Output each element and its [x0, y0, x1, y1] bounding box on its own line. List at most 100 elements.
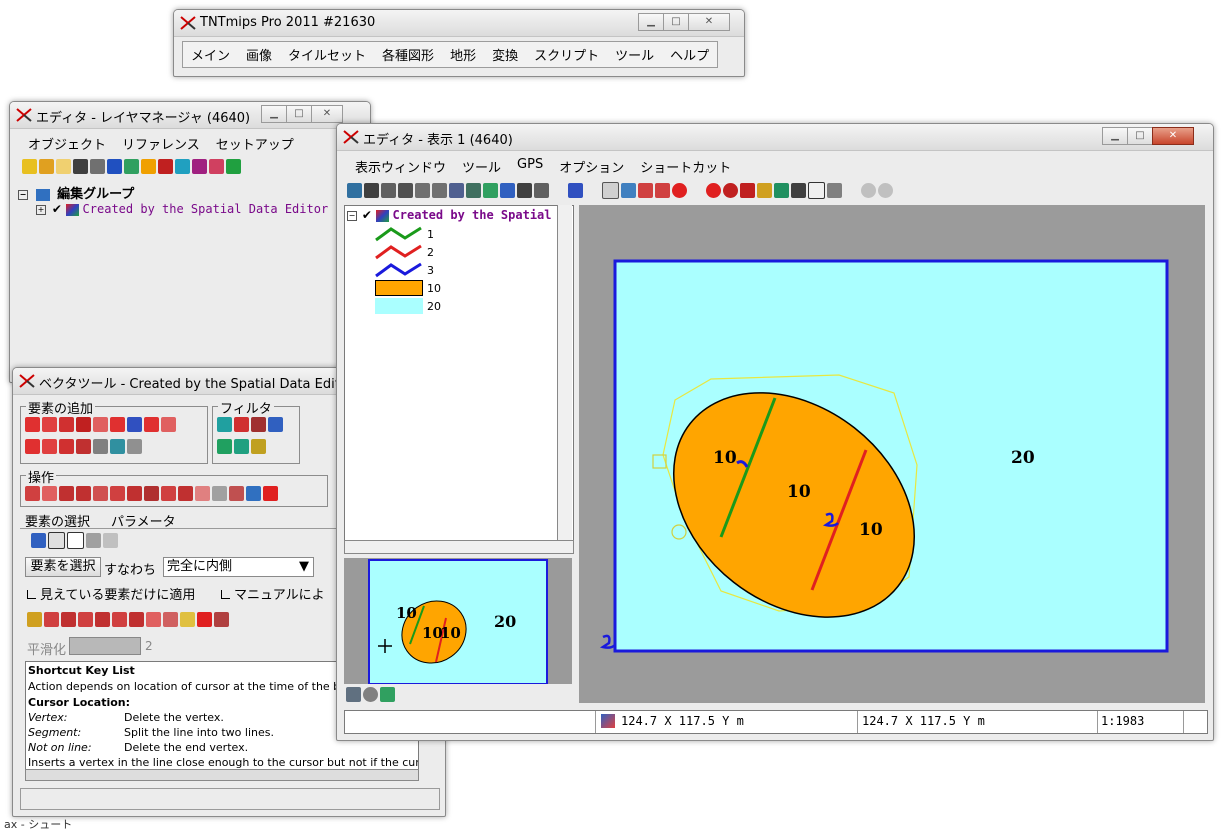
add-node-icon[interactable]	[127, 417, 142, 432]
split-icon[interactable]	[59, 486, 74, 501]
label-abc-icon[interactable]	[195, 486, 210, 501]
maximize-button[interactable]: □	[1127, 127, 1153, 145]
filter-3-icon[interactable]	[251, 417, 266, 432]
cut-icon[interactable]	[791, 183, 806, 198]
zoom-out-icon[interactable]	[432, 183, 447, 198]
layers-icon[interactable]	[500, 183, 515, 198]
edit-icon[interactable]	[757, 183, 772, 198]
add-rect-icon[interactable]	[93, 417, 108, 432]
image-icon[interactable]	[774, 183, 789, 198]
manual-checkbox[interactable]: マニュアルによ	[221, 584, 325, 603]
minimize-button[interactable]: ▁	[1102, 127, 1128, 145]
add-polygon-icon[interactable]	[59, 417, 74, 432]
visible-checkmark-icon[interactable]: ✔	[52, 202, 62, 216]
move-icon[interactable]	[161, 486, 176, 501]
vector-icon[interactable]	[141, 159, 156, 174]
zoom-1x-icon[interactable]	[466, 183, 481, 198]
menu-help[interactable]: ヘルプ	[662, 45, 717, 64]
rotate-icon[interactable]	[178, 486, 193, 501]
menu-object[interactable]: オブジェクト	[20, 134, 114, 153]
delete-x-icon[interactable]	[197, 612, 212, 627]
add-route-icon[interactable]	[93, 439, 108, 454]
tool-a-icon[interactable]	[27, 612, 42, 627]
filter-2-icon[interactable]	[234, 417, 249, 432]
select-lasso-icon[interactable]	[103, 533, 118, 548]
next-icon[interactable]	[655, 183, 670, 198]
label-edit-icon[interactable]	[212, 486, 227, 501]
close-button[interactable]: ✕	[311, 105, 343, 123]
tool-h-icon[interactable]	[146, 612, 161, 627]
help-scrollbar[interactable]	[25, 769, 419, 781]
menu-main[interactable]: メイン	[183, 45, 238, 64]
group-node[interactable]: − 編集グループ	[18, 183, 134, 202]
raster-icon[interactable]	[124, 159, 139, 174]
cad-icon[interactable]	[175, 159, 190, 174]
add-text-icon[interactable]	[76, 417, 91, 432]
binoculars-icon[interactable]	[517, 183, 532, 198]
prev-icon[interactable]	[638, 183, 653, 198]
legend-hscrollbar[interactable]	[344, 540, 574, 554]
list-icon[interactable]	[346, 687, 361, 702]
menu-convert[interactable]: 変換	[484, 45, 526, 64]
locate-icon[interactable]	[483, 183, 498, 198]
select-rect-icon[interactable]	[48, 532, 65, 549]
add-curve-icon[interactable]	[25, 439, 40, 454]
smooth-slider[interactable]	[69, 637, 141, 655]
scale-1x-icon[interactable]	[602, 182, 619, 199]
redraw-icon[interactable]	[347, 183, 362, 198]
zoom-in-icon[interactable]	[415, 183, 430, 198]
menu-terrain[interactable]: 地形	[442, 45, 484, 64]
visible-checkmark-icon[interactable]: ✔	[362, 208, 372, 222]
save-as-icon[interactable]	[90, 159, 105, 174]
zoom-box-icon[interactable]	[398, 183, 413, 198]
menu-tools[interactable]: ツール	[607, 45, 662, 64]
tool-i-icon[interactable]	[163, 612, 178, 627]
add-shape-icon[interactable]	[76, 439, 91, 454]
menu-setup[interactable]: セットアップ	[208, 134, 302, 153]
menu-reference[interactable]: リファレンス	[114, 134, 208, 153]
select-polygon-icon[interactable]	[86, 533, 101, 548]
terrain-icon[interactable]	[226, 159, 241, 174]
minimize-button[interactable]: ▁	[261, 105, 287, 123]
menu-image[interactable]: 画像	[238, 45, 280, 64]
menu-script[interactable]: スクリプト	[526, 45, 607, 64]
tool-j-icon[interactable]	[180, 612, 195, 627]
new-layer-icon[interactable]	[22, 159, 37, 174]
menu-options[interactable]: オプション	[551, 157, 632, 176]
add-circle-icon[interactable]	[144, 417, 159, 432]
overview-panel[interactable]: 10 10 10 20	[344, 558, 572, 684]
join-icon[interactable]	[76, 486, 91, 501]
close-button[interactable]: ✕	[1152, 127, 1194, 145]
menu-gps[interactable]: GPS	[509, 157, 551, 176]
move-layer-icon[interactable]	[107, 159, 122, 174]
select-arrow-icon[interactable]	[25, 486, 40, 501]
transform-icon[interactable]	[246, 486, 261, 501]
legend-layer-node[interactable]: − ✔ Created by the Spatial D	[347, 208, 566, 222]
pan-icon[interactable]	[381, 183, 396, 198]
copy-icon[interactable]	[808, 182, 825, 199]
layer-node[interactable]: + ✔ Created by the Spatial Data Editor	[36, 202, 328, 216]
add-arc-icon[interactable]	[161, 417, 176, 432]
gps-icon[interactable]	[534, 183, 549, 198]
filter-5-icon[interactable]	[217, 439, 232, 454]
save-icon[interactable]	[73, 159, 88, 174]
close-button[interactable]: ✕	[688, 13, 730, 31]
tool-e-icon[interactable]	[95, 612, 110, 627]
menu-geometry[interactable]: 各種図形	[374, 45, 442, 64]
paste-icon[interactable]	[827, 183, 842, 198]
pointer-icon[interactable]	[740, 183, 755, 198]
maximize-button[interactable]: □	[663, 13, 689, 31]
tool-f-icon[interactable]	[112, 612, 127, 627]
filter-4-icon[interactable]	[268, 417, 283, 432]
add-spline-icon[interactable]	[42, 439, 57, 454]
filter-1-icon[interactable]	[217, 417, 232, 432]
select-circle-icon[interactable]	[67, 532, 84, 549]
magnify-icon[interactable]	[363, 687, 378, 702]
target-icon[interactable]	[706, 183, 721, 198]
menu-tileset[interactable]: タイルセット	[280, 45, 374, 64]
select-mode-dropdown[interactable]: 完全に内側 ▼	[163, 557, 314, 577]
select-point-icon[interactable]	[31, 533, 46, 548]
edit-line-icon[interactable]	[42, 486, 57, 501]
add-layer-icon[interactable]	[39, 159, 54, 174]
maximize-button[interactable]: □	[286, 105, 312, 123]
